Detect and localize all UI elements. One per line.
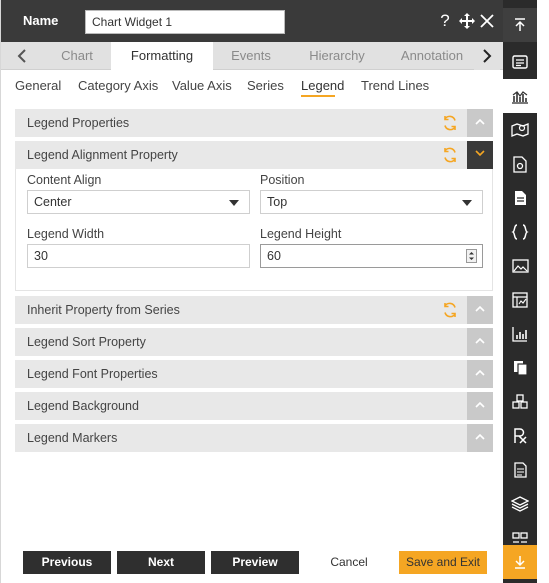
json-braces-icon[interactable]	[503, 215, 537, 249]
refresh-icon[interactable]	[441, 146, 459, 164]
section-title: Legend Properties	[27, 116, 130, 130]
refresh-icon[interactable]	[441, 301, 459, 319]
kpi-chart-icon[interactable]	[503, 317, 537, 351]
collapse-toggle-button[interactable]	[467, 109, 493, 137]
active-subtab-underline	[301, 95, 335, 97]
chart-icon[interactable]	[503, 79, 537, 113]
legend-height-value: 60	[267, 249, 281, 263]
next-button[interactable]: Next	[117, 551, 205, 574]
image-icon[interactable]	[503, 249, 537, 283]
section-legend-sort[interactable]: Legend Sort Property	[15, 328, 493, 356]
panel-header: Name Chart Widget 1 ?	[1, 0, 504, 42]
section-legend-properties[interactable]: Legend Properties	[15, 109, 493, 137]
section-legend-markers[interactable]: Legend Markers	[15, 424, 493, 452]
tabs-prev-arrow-icon[interactable]	[9, 42, 35, 70]
content-align-value: Center	[34, 195, 72, 209]
map-icon[interactable]	[503, 113, 537, 147]
subtab-trend-lines[interactable]: Trend Lines	[361, 78, 429, 93]
tabs-next-arrow-icon[interactable]	[474, 42, 500, 70]
preview-button[interactable]: Preview	[211, 551, 299, 574]
subtab-legend[interactable]: Legend	[301, 78, 344, 93]
legend-width-input[interactable]: 30	[27, 244, 250, 268]
legend-alignment-body: Content Align Center Position Top Legend…	[15, 169, 493, 291]
tab-annotation[interactable]: Annotation	[393, 42, 471, 70]
save-and-exit-button[interactable]: Save and Exit	[399, 551, 487, 574]
cubes-icon[interactable]	[503, 385, 537, 419]
legend-height-input[interactable]: 60	[260, 244, 483, 268]
collapse-toggle-button[interactable]	[467, 392, 493, 420]
list-panel-icon[interactable]	[503, 45, 537, 79]
collapse-toggle-button[interactable]	[467, 328, 493, 356]
tab-hierarchy[interactable]: Hierarchy	[291, 42, 383, 70]
section-legend-font[interactable]: Legend Font Properties	[15, 360, 493, 388]
previous-button[interactable]: Previous	[23, 551, 111, 574]
close-icon[interactable]	[477, 10, 497, 32]
section-title: Legend Sort Property	[27, 335, 146, 349]
scroll-top-icon[interactable]	[503, 8, 537, 42]
legend-height-label: Legend Height	[260, 227, 342, 241]
tab-formatting[interactable]: Formatting	[111, 42, 213, 70]
section-title: Legend Alignment Property	[27, 148, 178, 162]
collapse-toggle-button[interactable]	[467, 296, 493, 324]
subtab-general[interactable]: General	[15, 78, 61, 93]
scroll-bottom-icon[interactable]	[503, 545, 537, 579]
tab-chart[interactable]: Chart	[45, 42, 109, 70]
number-spinner-icon[interactable]	[466, 249, 477, 263]
expand-toggle-button[interactable]	[467, 141, 493, 169]
copy-icon[interactable]	[503, 351, 537, 385]
right-toolbar	[503, 0, 537, 583]
subtab-series[interactable]: Series	[247, 78, 284, 93]
help-icon[interactable]: ?	[435, 10, 455, 32]
document-settings-icon[interactable]	[503, 147, 537, 181]
chevron-down-icon	[462, 200, 472, 206]
collapse-toggle-button[interactable]	[467, 424, 493, 452]
position-select[interactable]: Top	[260, 190, 483, 214]
rx-icon[interactable]	[503, 419, 537, 453]
section-title: Legend Background	[27, 399, 139, 413]
position-label: Position	[260, 173, 305, 187]
cancel-button[interactable]: Cancel	[305, 551, 393, 574]
move-icon[interactable]	[457, 10, 477, 32]
tab-events[interactable]: Events	[215, 42, 287, 70]
section-legend-alignment[interactable]: Legend Alignment Property	[15, 141, 493, 169]
content-align-select[interactable]: Center	[27, 190, 250, 214]
main-tabs: Chart Formatting Events Hierarchy Annota…	[1, 42, 504, 70]
widget-name-input[interactable]: Chart Widget 1	[85, 10, 285, 34]
chevron-down-icon	[229, 200, 239, 206]
legend-width-label: Legend Width	[27, 227, 105, 241]
section-legend-background[interactable]: Legend Background	[15, 392, 493, 420]
layers-icon[interactable]	[503, 487, 537, 521]
file-icon[interactable]	[503, 181, 537, 215]
section-title: Inherit Property from Series	[27, 303, 180, 317]
subtab-category-axis[interactable]: Category Axis	[78, 78, 158, 93]
refresh-icon[interactable]	[441, 114, 459, 132]
report-icon[interactable]	[503, 453, 537, 487]
table-icon[interactable]	[503, 283, 537, 317]
section-title: Legend Markers	[27, 431, 118, 445]
section-inherit-property[interactable]: Inherit Property from Series	[15, 296, 493, 324]
subtab-value-axis[interactable]: Value Axis	[172, 78, 232, 93]
collapse-toggle-button[interactable]	[467, 360, 493, 388]
window-edge	[537, 0, 549, 583]
name-label: Name	[23, 13, 59, 28]
position-value: Top	[267, 195, 288, 209]
formatting-subtabs: General Category Axis Value Axis Series …	[1, 72, 504, 102]
properties-panel: Name Chart Widget 1 ? Chart Formatting E…	[0, 0, 504, 583]
section-title: Legend Font Properties	[27, 367, 158, 381]
content-align-label: Content Align	[27, 173, 102, 187]
